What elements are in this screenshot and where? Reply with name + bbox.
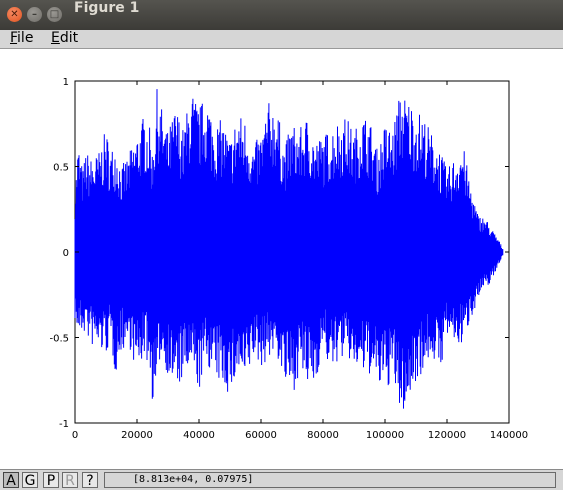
x-tick-label: 80000 [307, 430, 339, 441]
x-tick-label: 60000 [245, 430, 277, 441]
y-tick-label: 1 [63, 77, 69, 88]
toolbar-button-grid[interactable]: G [22, 472, 38, 489]
coordinate-readout: [8.813e+04, 0.07975] [104, 472, 556, 488]
figure-toolbar: A G P R ? [8.813e+04, 0.07975] [0, 469, 563, 490]
toolbar-button-help[interactable]: ? [82, 472, 98, 489]
waveform-chart[interactable]: 0 20000 40000 60000 80000 100000 120000 140000 … [0, 49, 563, 467]
minimize-icon: – [32, 9, 37, 20]
plot-area[interactable]: 0 20000 40000 60000 80000 100000 120000 140000 … [0, 49, 563, 467]
y-tick-label: 0.5 [53, 163, 69, 174]
maximize-window-button[interactable]: □ [47, 7, 62, 22]
toolbar-button-autoscale[interactable]: A [3, 472, 19, 489]
minimize-window-button[interactable]: – [27, 7, 42, 22]
menu-file[interactable]: File [10, 30, 33, 48]
close-window-button[interactable]: ✕ [7, 7, 22, 22]
window-title: Figure 1 [74, 0, 140, 16]
x-tick-label: 120000 [428, 430, 466, 441]
toolbar-button-pan[interactable]: P [43, 472, 59, 489]
y-tick-label: -0.5 [49, 334, 69, 345]
title-bar[interactable]: ✕ – □ Figure 1 [0, 0, 563, 31]
x-tick-label: 40000 [183, 430, 215, 441]
x-tick-label: 20000 [121, 430, 153, 441]
close-icon: ✕ [10, 9, 19, 20]
x-tick-label: 0 [72, 430, 78, 441]
menu-bar: File Edit [0, 30, 563, 49]
x-tick-label: 100000 [366, 430, 404, 441]
x-tick-label: 140000 [490, 430, 528, 441]
figure-window: ✕ – □ Figure 1 File Edit 0 20000 40000 6000… [0, 0, 563, 490]
toolbar-button-rotate[interactable]: R [62, 472, 78, 489]
menu-edit[interactable]: Edit [51, 30, 78, 48]
maximize-icon: □ [49, 9, 60, 20]
y-tick-label: 0 [63, 248, 69, 259]
y-tick-label: -1 [59, 419, 69, 430]
